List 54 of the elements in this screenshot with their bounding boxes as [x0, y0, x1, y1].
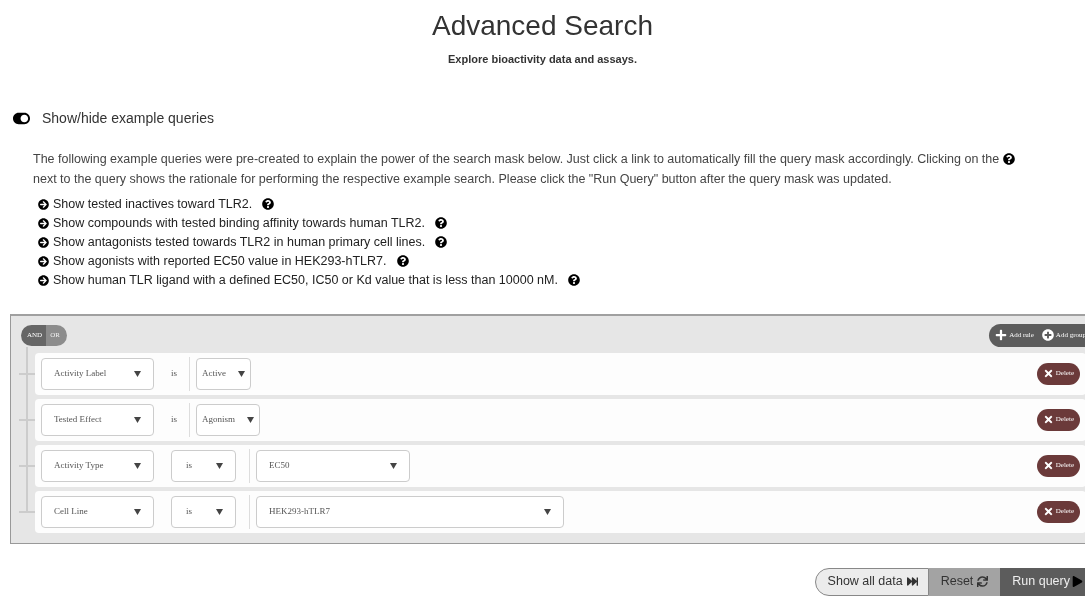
help-icon[interactable] [262, 198, 275, 210]
page-subtitle: Explore bioactivity data and assays. [448, 52, 637, 67]
caret-icon [544, 508, 551, 515]
arrow-icon [38, 255, 49, 267]
field-select[interactable]: Activity Label [41, 357, 154, 390]
caret-icon [134, 508, 141, 515]
value-select[interactable]: HEK293-hTLR7 [256, 495, 564, 528]
arrow-icon [38, 198, 49, 210]
reset-button[interactable]: Reset [928, 567, 1001, 596]
close-icon [1042, 368, 1054, 379]
operator-select[interactable]: is [171, 495, 236, 528]
example-query-link[interactable]: Show agonists with reported EC50 value in HEK293-hTLR7. [53, 251, 387, 271]
operator-label: is [171, 412, 177, 426]
help-icon[interactable] [435, 236, 448, 248]
caret-icon [238, 370, 245, 377]
close-icon [1042, 414, 1054, 425]
arrow-icon [38, 217, 49, 229]
example-query-link[interactable]: Show human TLR ligand with a defined EC50, IC50 or Kd value that is less than 10000 nM. [53, 270, 558, 290]
arrow-icon [38, 274, 49, 286]
arrow-icon [38, 236, 49, 248]
help-icon[interactable] [435, 217, 447, 229]
help-icon[interactable] [567, 274, 580, 286]
caret-icon [390, 462, 397, 469]
caret-icon [134, 416, 141, 423]
fast-forward-icon [906, 576, 918, 587]
run-query-button[interactable]: Run query [1000, 567, 1085, 596]
play-icon [1072, 576, 1083, 587]
field-select[interactable]: Cell Line [41, 495, 154, 528]
description-text: The following example queries were pre-created to explain the power of the search mask below. Just click a link to automatically fill the query mask accordingly. Clicking on the [33, 150, 1000, 168]
caret-icon [216, 508, 223, 515]
show-all-data-button[interactable]: Show all data [814, 567, 929, 596]
plus-icon [995, 329, 1008, 341]
description-text: next to the query shows the rationale for performing the respective example search. Please click the "Run Query" button after the query mask was updated. [33, 170, 893, 188]
value-select[interactable]: Agonism [196, 403, 261, 436]
caret-icon [247, 416, 255, 423]
page-title: Advanced Search [431, 9, 653, 43]
caret-icon [134, 462, 141, 469]
operator-label: is [171, 366, 177, 380]
example-query-link[interactable]: Show antagonists tested towards TLR2 in human primary cell lines. [53, 232, 426, 252]
example-query-link[interactable]: Show compounds with tested binding affinity towards human TLR2. [53, 213, 425, 233]
close-icon [1042, 460, 1054, 471]
help-icon[interactable] [396, 255, 409, 267]
toggle-label: Show/hide example queries [42, 108, 214, 128]
operator-select[interactable]: is [171, 449, 236, 482]
value-select[interactable]: Active [196, 357, 251, 390]
value-select[interactable]: EC50 [256, 449, 410, 482]
field-select[interactable]: Tested Effect [41, 403, 154, 436]
refresh-icon [977, 576, 989, 587]
example-query-link[interactable]: Show tested inactives toward TLR2. [53, 194, 253, 214]
caret-icon [216, 462, 223, 469]
help-icon [1003, 152, 1016, 165]
caret-icon [134, 370, 141, 377]
close-icon [1042, 506, 1054, 517]
field-select[interactable]: Activity Type [41, 449, 154, 482]
